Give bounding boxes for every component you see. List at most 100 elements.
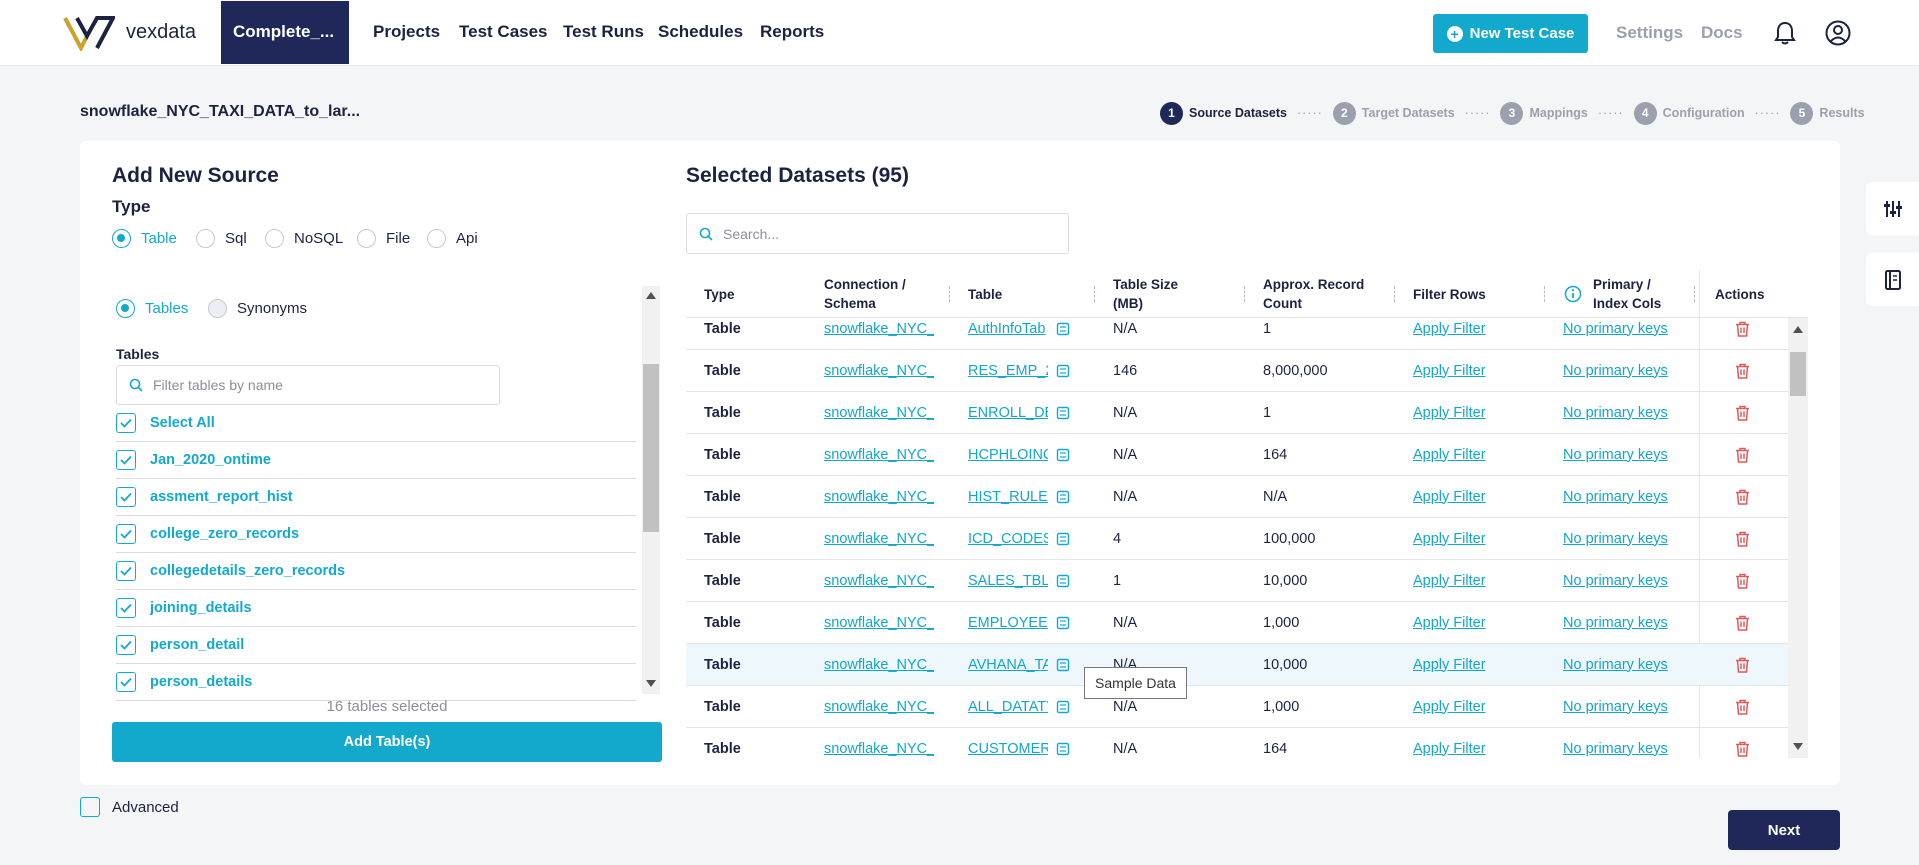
info-icon[interactable] xyxy=(1564,285,1582,303)
connection-link[interactable]: snowflake_NYC_ xyxy=(824,699,934,715)
table-checkbox-row[interactable]: collegedetails_zero_records xyxy=(116,553,636,590)
table-link[interactable]: ICD_CODES xyxy=(968,531,1048,547)
table-row[interactable]: Table snowflake_NYC_ RES_EMP_2 146 8,000,000… xyxy=(686,350,1788,392)
table-checkbox-row[interactable]: person_detail xyxy=(116,627,636,664)
table-link[interactable]: ENROLL_DE xyxy=(968,405,1048,421)
type-radio-nosql[interactable]: NoSQL xyxy=(265,229,343,248)
delete-button[interactable] xyxy=(1735,728,1750,758)
primary-keys-link[interactable]: No primary keys xyxy=(1563,363,1668,379)
primary-keys-link[interactable]: No primary keys xyxy=(1563,531,1668,547)
delete-button[interactable] xyxy=(1735,392,1750,433)
apply-filter-link[interactable]: Apply Filter xyxy=(1413,447,1486,463)
nav-test-cases[interactable]: Test Cases xyxy=(459,22,548,42)
add-tables-button[interactable]: Add Table(s) xyxy=(112,722,662,762)
sample-data-button[interactable] xyxy=(1056,434,1070,475)
primary-keys-link[interactable]: No primary keys xyxy=(1563,405,1668,421)
bell-icon[interactable] xyxy=(1774,21,1796,45)
apply-filter-link[interactable]: Apply Filter xyxy=(1413,531,1486,547)
sample-data-button[interactable] xyxy=(1056,560,1070,601)
sample-data-button[interactable] xyxy=(1056,476,1070,517)
table-row[interactable]: Table snowflake_NYC_ ALL_DATATY N/A 1,000 App… xyxy=(686,686,1788,728)
step-configuration[interactable]: 4 Configuration xyxy=(1633,101,1745,125)
connection-link[interactable]: snowflake_NYC_ xyxy=(824,657,934,673)
apply-filter-link[interactable]: Apply Filter xyxy=(1413,573,1486,589)
table-checkbox-row[interactable]: joining_details xyxy=(116,590,636,627)
connection-link[interactable]: snowflake_NYC_ xyxy=(824,615,934,631)
settings-link[interactable]: Settings xyxy=(1616,23,1683,43)
sample-data-button[interactable] xyxy=(1056,518,1070,559)
delete-button[interactable] xyxy=(1735,686,1750,727)
sample-data-button[interactable] xyxy=(1056,318,1070,349)
scroll-down-arrow-icon[interactable] xyxy=(1793,743,1803,750)
table-row[interactable]: Table snowflake_NYC_ SALES_TBL 1 10,000 Apply… xyxy=(686,560,1788,602)
scroll-up-arrow-icon[interactable] xyxy=(646,292,656,299)
tables-scrollbar[interactable] xyxy=(642,286,660,694)
nav-test-runs[interactable]: Test Runs xyxy=(563,22,644,42)
current-project-tab[interactable]: Complete_... xyxy=(221,1,349,64)
apply-filter-link[interactable]: Apply Filter xyxy=(1413,321,1486,337)
datasets-search-input[interactable]: Search... xyxy=(686,213,1069,254)
apply-filter-link[interactable]: Apply Filter xyxy=(1413,741,1486,757)
nav-projects[interactable]: Projects xyxy=(373,22,440,42)
nav-schedules[interactable]: Schedules xyxy=(658,22,743,42)
apply-filter-link[interactable]: Apply Filter xyxy=(1413,405,1486,421)
primary-keys-link[interactable]: No primary keys xyxy=(1563,447,1668,463)
apply-filter-link[interactable]: Apply Filter xyxy=(1413,657,1486,673)
sample-data-button[interactable] xyxy=(1056,350,1070,391)
connection-link[interactable]: snowflake_NYC_ xyxy=(824,363,934,379)
table-checkbox-row[interactable]: assment_report_hist xyxy=(116,479,636,516)
select-all-checkbox-row[interactable]: Select All xyxy=(116,405,636,442)
table-row[interactable]: Table snowflake_NYC_ ENROLL_DE N/A 1 Apply Fi… xyxy=(686,392,1788,434)
sample-data-button[interactable] xyxy=(1056,602,1070,643)
sample-data-button[interactable] xyxy=(1056,686,1070,727)
table-link[interactable]: CUSTOMERS xyxy=(968,741,1048,757)
apply-filter-link[interactable]: Apply Filter xyxy=(1413,615,1486,631)
connection-link[interactable]: snowflake_NYC_ xyxy=(824,447,934,463)
delete-button[interactable] xyxy=(1735,560,1750,601)
primary-keys-link[interactable]: No primary keys xyxy=(1563,489,1668,505)
sample-data-button[interactable] xyxy=(1056,392,1070,433)
table-row[interactable]: Table snowflake_NYC_ AVHANA_TA N/A 10,000 App… xyxy=(686,644,1788,686)
scroll-thumb[interactable] xyxy=(1790,352,1806,396)
type-radio-sql[interactable]: Sql xyxy=(196,229,247,248)
step-target-datasets[interactable]: 2 Target Datasets xyxy=(1332,101,1455,125)
table-checkbox-row[interactable]: person_details xyxy=(116,664,636,701)
subtype-radio-tables[interactable]: Tables xyxy=(116,299,188,318)
delete-button[interactable] xyxy=(1735,434,1750,475)
connection-link[interactable]: snowflake_NYC_ xyxy=(824,321,934,337)
scroll-up-arrow-icon[interactable] xyxy=(1793,326,1803,333)
step-source-datasets[interactable]: 1 Source Datasets xyxy=(1160,101,1287,125)
primary-keys-link[interactable]: No primary keys xyxy=(1563,573,1668,589)
table-row[interactable]: Table snowflake_NYC_ AuthInfoTab N/A 1 Apply … xyxy=(686,318,1788,350)
table-link[interactable]: AVHANA_TA xyxy=(968,657,1048,673)
filters-side-button[interactable] xyxy=(1866,182,1919,235)
type-radio-api[interactable]: Api xyxy=(427,229,478,248)
apply-filter-link[interactable]: Apply Filter xyxy=(1413,489,1486,505)
connection-link[interactable]: snowflake_NYC_ xyxy=(824,573,934,589)
delete-button[interactable] xyxy=(1735,350,1750,391)
apply-filter-link[interactable]: Apply Filter xyxy=(1413,363,1486,379)
primary-keys-link[interactable]: No primary keys xyxy=(1563,321,1668,337)
table-row[interactable]: Table snowflake_NYC_ HIST_RULES N/A N/A Apply… xyxy=(686,476,1788,518)
primary-keys-link[interactable]: No primary keys xyxy=(1563,699,1668,715)
docs-link[interactable]: Docs xyxy=(1701,23,1743,43)
table-link[interactable]: HCPHLOINC xyxy=(968,447,1048,463)
table-link[interactable]: SALES_TBL xyxy=(968,573,1048,589)
vexdata-logo-icon[interactable] xyxy=(63,15,115,51)
datasets-scrollbar[interactable] xyxy=(1788,318,1808,758)
table-link[interactable]: AuthInfoTab xyxy=(968,321,1045,337)
nav-reports[interactable]: Reports xyxy=(760,22,824,42)
delete-button[interactable] xyxy=(1735,476,1750,517)
table-row[interactable]: Table snowflake_NYC_ CUSTOMERS N/A 164 Apply … xyxy=(686,728,1788,758)
table-link[interactable]: RES_EMP_2 xyxy=(968,363,1048,379)
scroll-down-arrow-icon[interactable] xyxy=(646,680,656,687)
delete-button[interactable] xyxy=(1735,602,1750,643)
table-link[interactable]: EMPLOYEED xyxy=(968,615,1048,631)
subtype-radio-synonyms[interactable]: Synonyms xyxy=(208,299,307,318)
primary-keys-link[interactable]: No primary keys xyxy=(1563,741,1668,757)
type-radio-file[interactable]: File xyxy=(357,229,410,248)
filter-tables-input[interactable]: Filter tables by name xyxy=(116,365,500,405)
sample-data-button[interactable] xyxy=(1056,644,1070,685)
step-results[interactable]: 5 Results xyxy=(1790,101,1865,125)
connection-link[interactable]: snowflake_NYC_ xyxy=(824,405,934,421)
